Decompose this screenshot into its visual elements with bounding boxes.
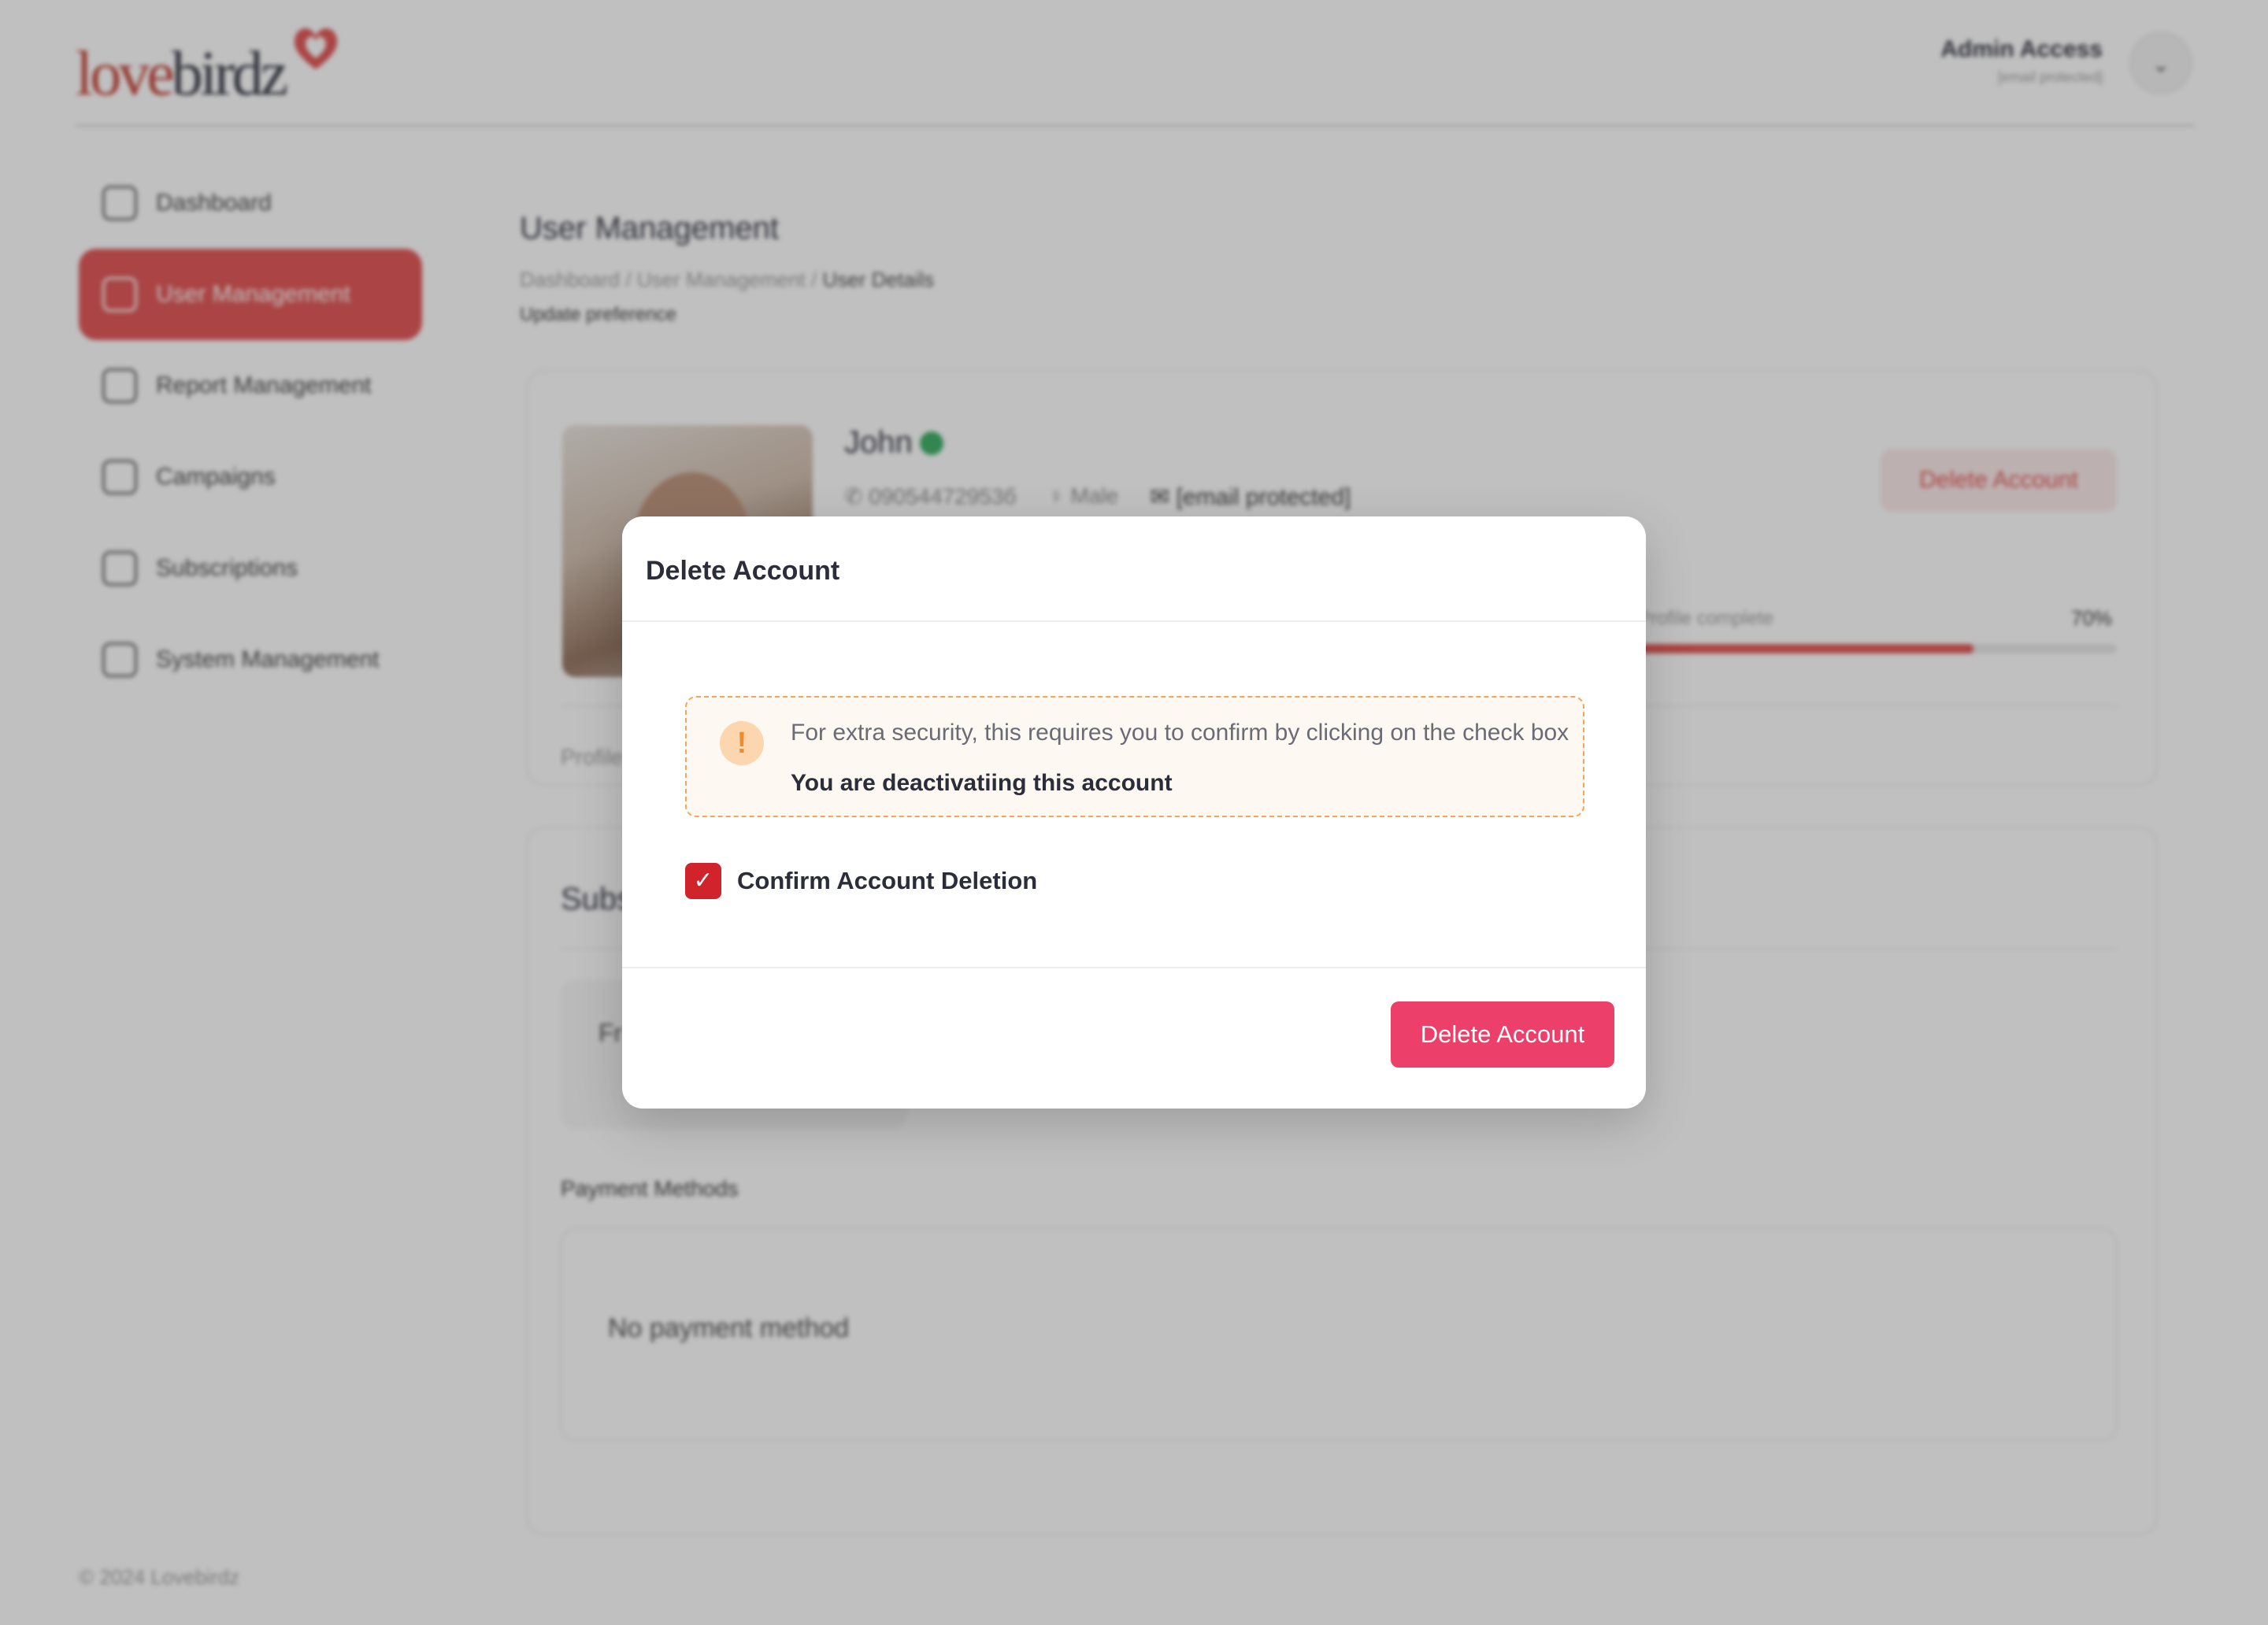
notice-text: For extra security, this requires you to…	[791, 720, 1569, 746]
modal-divider	[622, 967, 1646, 968]
exclamation-icon: !	[720, 721, 764, 765]
confirm-deletion-checkbox[interactable]: ✓	[685, 863, 721, 899]
delete-account-modal: Delete Account ! For extra security, thi…	[622, 516, 1646, 1109]
modal-divider	[622, 620, 1646, 622]
warning-notice: ! For extra security, this requires you …	[685, 696, 1584, 817]
confirm-deletion-label[interactable]: Confirm Account Deletion	[737, 867, 1037, 895]
confirm-deletion-row[interactable]: ✓ Confirm Account Deletion	[685, 863, 1037, 899]
modal-title: Delete Account	[646, 556, 840, 586]
notice-bold-text: You are deactivatiing this account	[791, 770, 1173, 796]
modal-delete-account-button[interactable]: Delete Account	[1391, 1001, 1614, 1068]
